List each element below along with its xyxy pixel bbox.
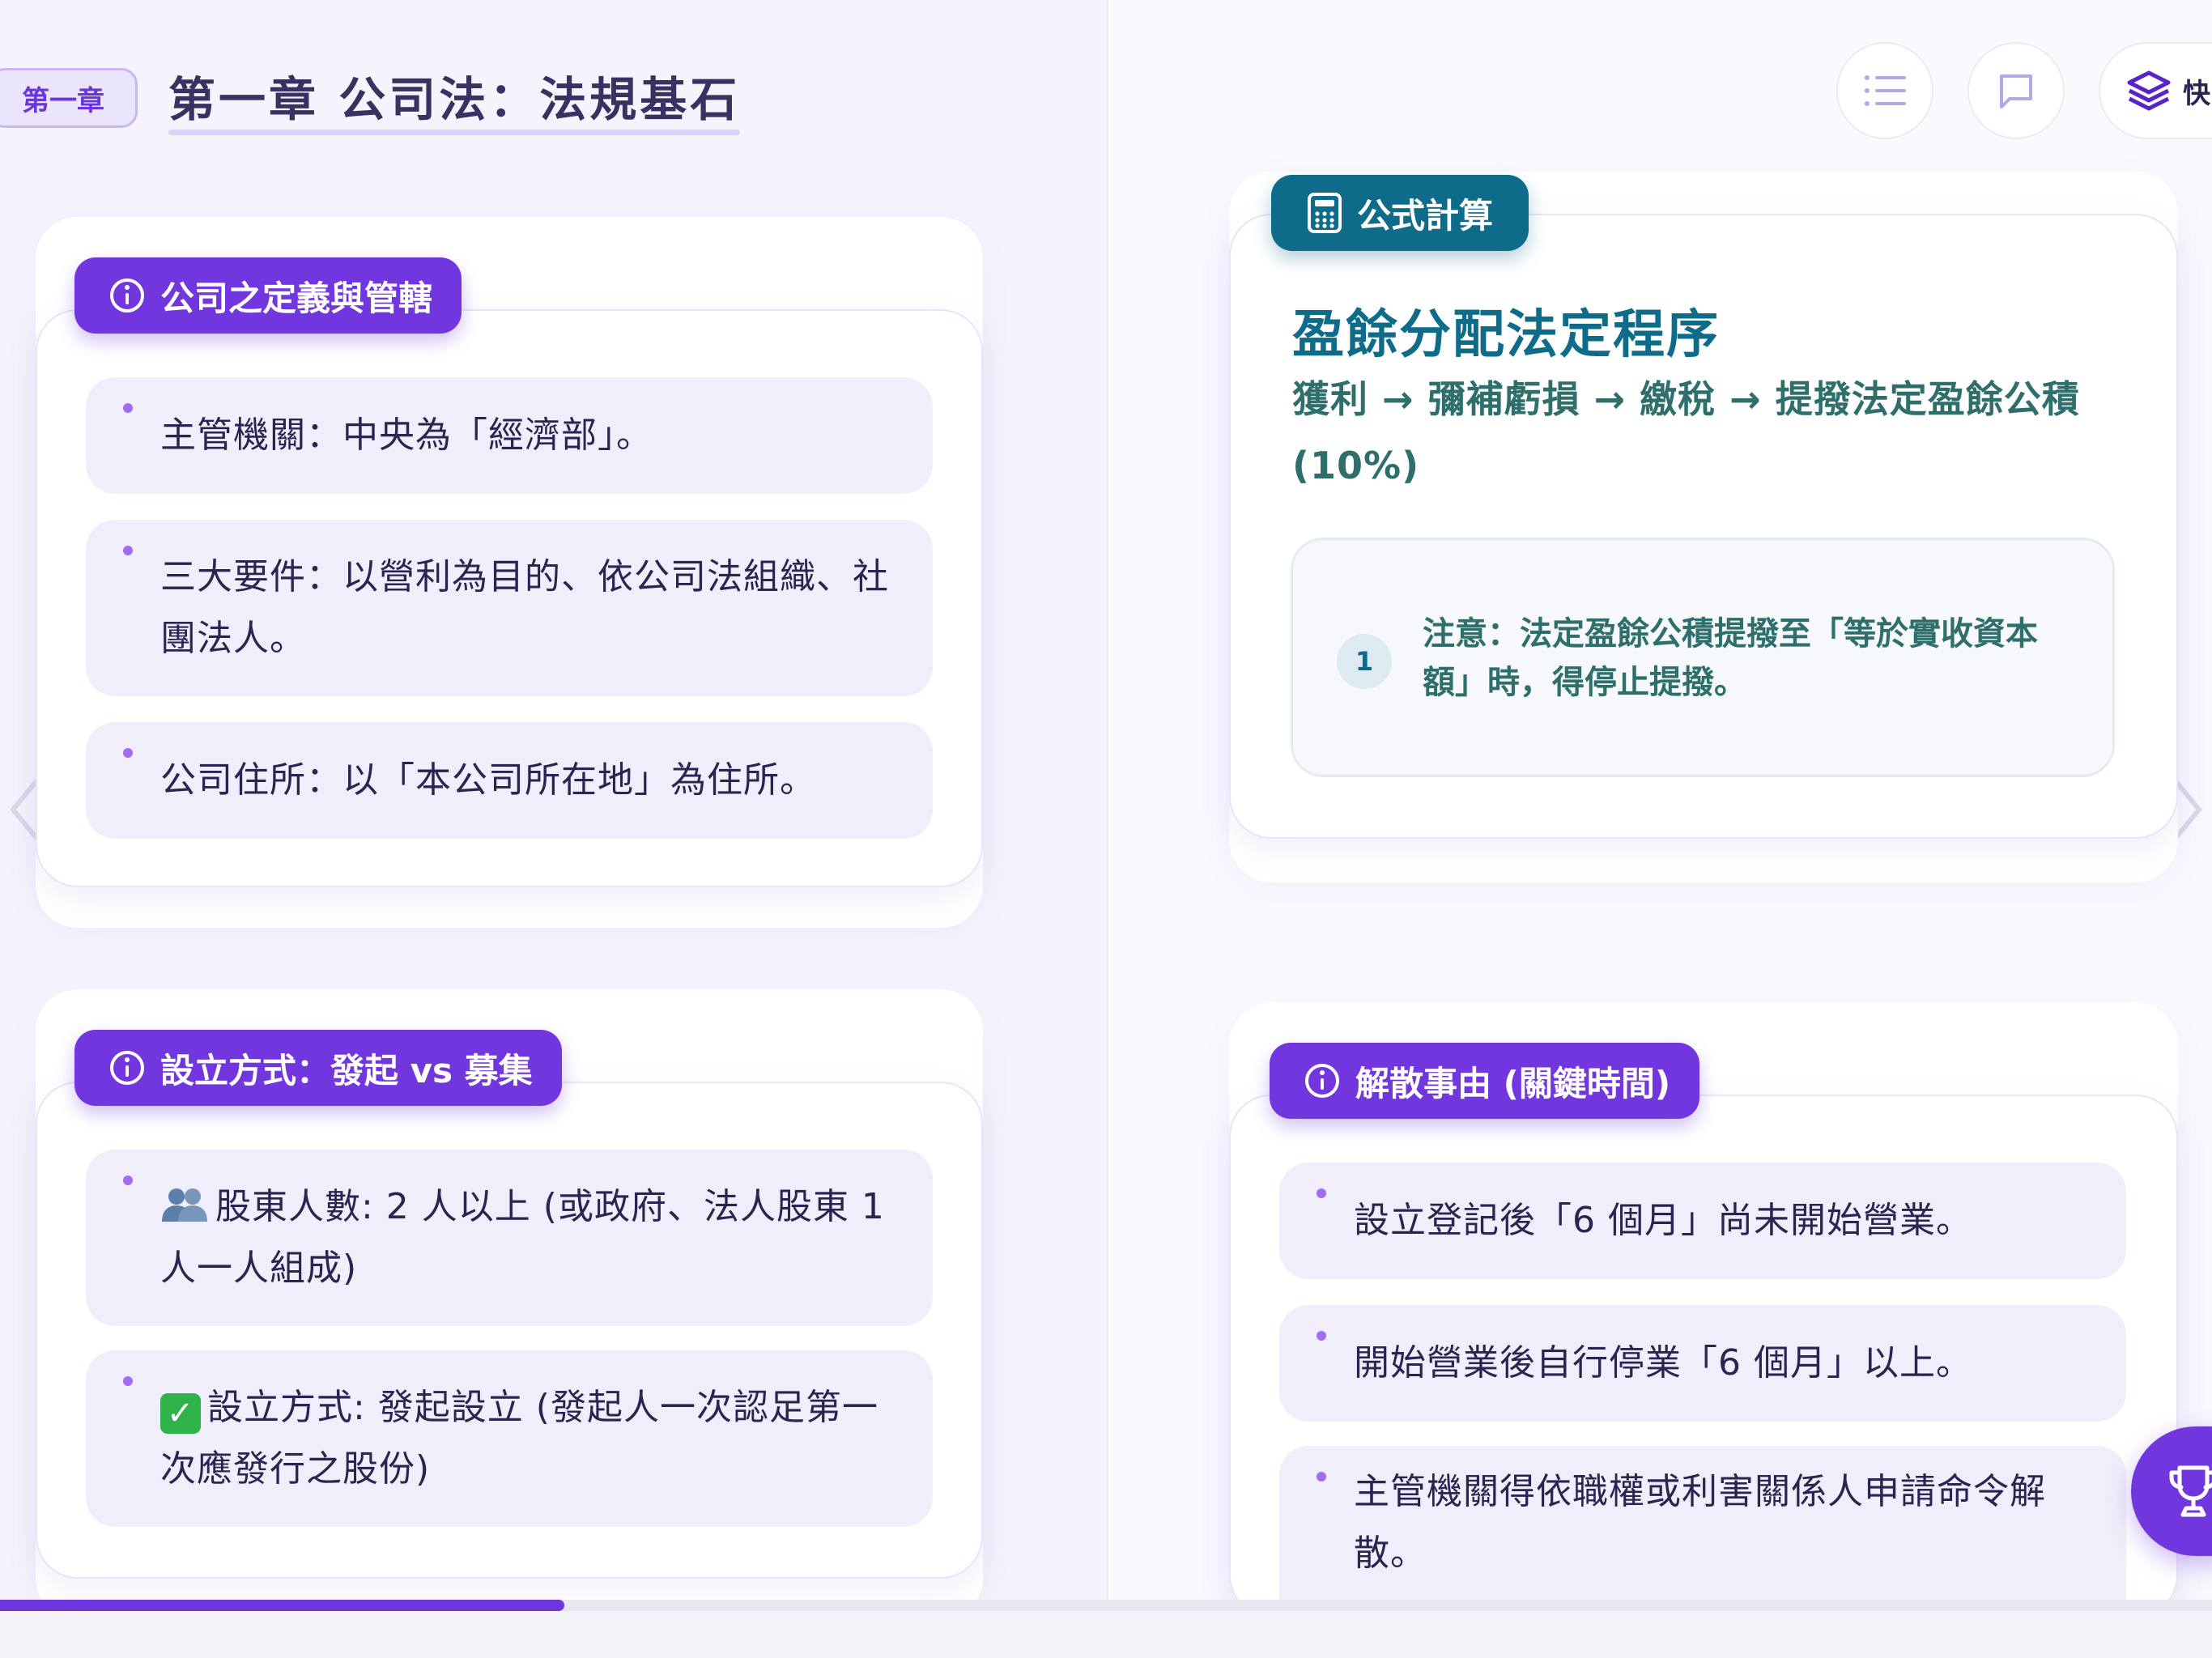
reading-progress-fill (0, 1600, 564, 1611)
formula-card-pill-text: 公式計算 (1357, 195, 1494, 236)
list-item-value: 股東人數: 2 人以上 (或政府、法人股東 1 人一人組成) (160, 1186, 885, 1289)
bullet-dot (123, 748, 133, 758)
quick-quiz-label: 快問 (2183, 77, 2212, 110)
outline-button[interactable] (1836, 42, 1933, 139)
list-item: 主管機關：中央為「經濟部」。 (86, 377, 933, 494)
list-item: 開始營業後自行停業「6 個月」以上。 (1279, 1305, 2126, 1422)
list-item: 主管機關得依職權或利害關係人申請命令解散。 (1279, 1446, 2126, 1600)
info-icon (110, 278, 144, 312)
bullet-dot (1317, 1331, 1326, 1341)
calculator-icon (1308, 193, 1342, 233)
info-icon (1305, 1064, 1339, 1098)
establishment-card-title-text: 設立方式：發起 vs 募集 (160, 1050, 533, 1090)
layers-icon (2127, 70, 2171, 111)
quick-quiz-button[interactable]: 快問 (2099, 42, 2212, 139)
note-box: 1 注意：法定盈餘公積提撥至「等於實收資本額」時，得停止提撥。 (1291, 538, 2115, 777)
list-item-text: 設立登記後「6 個月」尚未開始營業。 (1354, 1200, 1972, 1241)
comment-icon (2000, 74, 2032, 108)
definition-card-title: 公司之定義與管轄 (74, 257, 462, 334)
bullet-dot (123, 1175, 133, 1185)
formula-card-pill: 公式計算 (1271, 175, 1529, 251)
list-item: 設立登記後「6 個月」尚未開始營業。 (1279, 1163, 2126, 1279)
list-item-text: 股東人數: 2 人以上 (或政府、法人股東 1 人一人組成) (160, 1176, 900, 1299)
spread-divider (1107, 0, 1108, 1603)
bullet-dot (123, 1376, 133, 1386)
list-item-text: 公司住所：以「本公司所在地」為住所。 (160, 759, 816, 801)
list-item-text: 三大要件：以營利為目的、依公司法組織、社團法人。 (160, 556, 889, 659)
list-item-text: 主管機關得依職權或利害關係人申請命令解散。 (1354, 1471, 2046, 1574)
note-number: 1 (1337, 634, 1392, 689)
page-title: 第一章 公司法：法規基石 (168, 72, 741, 127)
definition-card-title-text: 公司之定義與管轄 (160, 278, 433, 318)
trophy-icon (2169, 1465, 2212, 1517)
page: 第一章 第一章 公司法：法規基石 快問 (0, 0, 2212, 1658)
bullet-dot (123, 403, 133, 413)
bottom-strip (0, 1611, 2212, 1658)
title-underline (168, 130, 740, 135)
list-item-text: 開始營業後自行停業「6 個月」以上。 (1354, 1342, 1972, 1384)
list-icon (1865, 75, 1906, 106)
info-icon (110, 1051, 144, 1085)
establishment-card-title: 設立方式：發起 vs 募集 (74, 1030, 562, 1106)
list-item-text: ✓ 設立方式: 發起設立 (發起人一次認足第一次應發行之股份) (160, 1377, 900, 1500)
bullet-dot (123, 546, 133, 555)
people-icon (162, 1188, 207, 1222)
list-item-value: 設立方式: 發起設立 (發起人一次認足第一次應發行之股份) (160, 1387, 878, 1490)
formula-steps: 獲利 → 彌補虧損 → 繳稅 → 提撥法定盈餘公積 (10%) (1292, 377, 2080, 487)
formula-title: 盈餘分配法定程序 (1292, 305, 1720, 365)
bullet-dot (1317, 1188, 1326, 1198)
note-text: 注意：法定盈餘公積提撥至「等於實收資本額」時，得停止提撥。 (1423, 615, 2038, 701)
list-item: 公司住所：以「本公司所在地」為住所。 (86, 722, 933, 839)
bullet-dot (1317, 1472, 1326, 1482)
list-item-text: 主管機關：中央為「經濟部」。 (160, 414, 653, 456)
list-item: 股東人數: 2 人以上 (或政府、法人股東 1 人一人組成) (86, 1150, 933, 1326)
list-item: ✓ 設立方式: 發起設立 (發起人一次認足第一次應發行之股份) (86, 1350, 933, 1527)
comment-button[interactable] (1967, 42, 2065, 139)
chapter-badge: 第一章 (0, 68, 138, 128)
check-icon: ✓ (160, 1393, 201, 1434)
reading-progress-bar (0, 1600, 2212, 1611)
dissolution-card-title-text: 解散事由 (關鍵時間) (1355, 1063, 1671, 1103)
dissolution-card-title: 解散事由 (關鍵時間) (1270, 1043, 1700, 1119)
list-item: 三大要件：以營利為目的、依公司法組織、社團法人。 (86, 520, 933, 696)
